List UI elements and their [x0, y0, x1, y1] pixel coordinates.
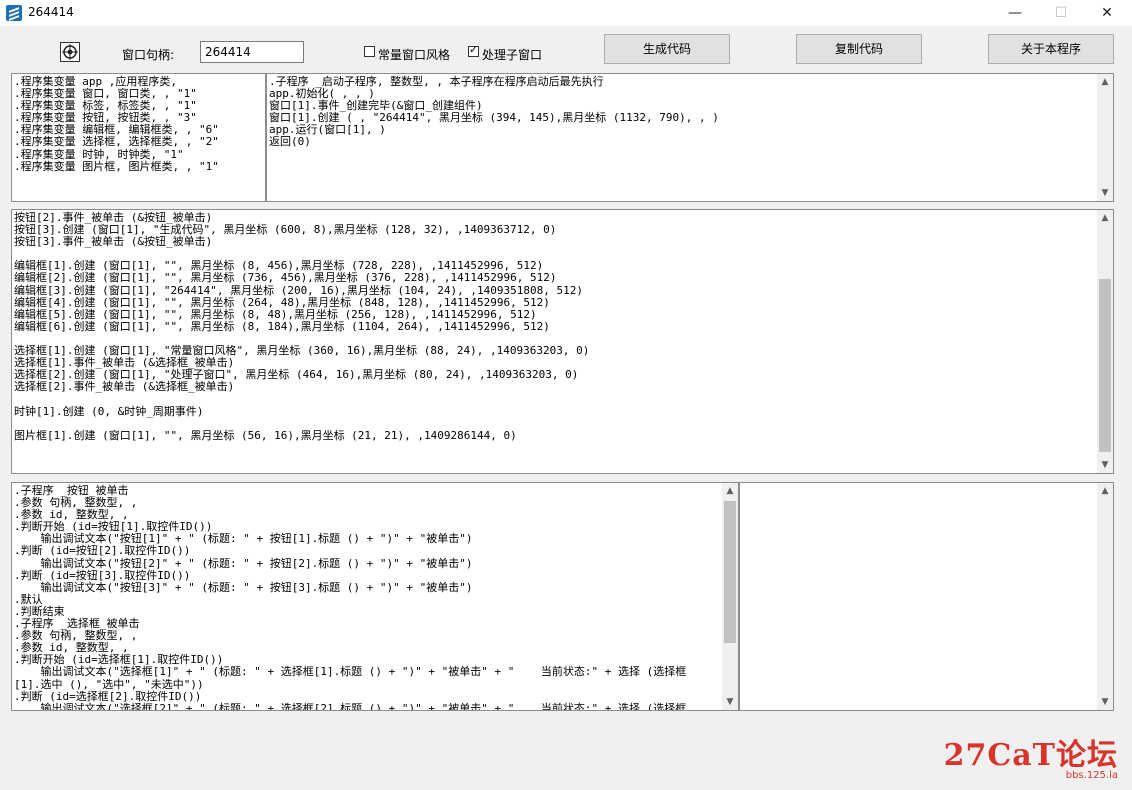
window-title: 264414	[28, 5, 74, 19]
app-icon	[6, 5, 22, 21]
components-editor[interactable]: 按钮[2].事件_被单击 (&按钮_被单击) 按钮[3].创建 (窗口[1], …	[11, 209, 1114, 474]
components-text: 按钮[2].事件_被单击 (&按钮_被单击) 按钮[3].创建 (窗口[1], …	[14, 211, 590, 442]
scroll-up-icon[interactable]: ▲	[1097, 210, 1113, 226]
variables-editor[interactable]: .程序集变量 app ,应用程序类, .程序集变量 窗口, 窗口类, , "1"…	[11, 73, 266, 202]
output-editor[interactable]: ▲ ▼	[739, 482, 1114, 711]
scroll-down-icon[interactable]: ▼	[1097, 185, 1113, 201]
main-sub-text: .子程序 _启动子程序, 整数型, , 本子程序在程序启动后最先执行 app.初…	[269, 75, 719, 149]
scroll-up-icon[interactable]: ▲	[1097, 483, 1113, 499]
watermark-logo: 27CaT论坛	[943, 738, 1118, 773]
close-button[interactable]: ✕	[1084, 0, 1130, 26]
handle-input[interactable]: 264414	[200, 41, 304, 63]
child-window-label: 处理子窗口	[482, 48, 543, 62]
events-text: .子程序 _按钮_被单击 .参数 句柄, 整数型, , .参数 id, 整数型,…	[14, 484, 687, 711]
watermark: 27CaT论坛 bbs.125.la	[944, 730, 1118, 781]
variables-text: .程序集变量 app ,应用程序类, .程序集变量 窗口, 窗口类, , "1"…	[14, 75, 219, 173]
maximize-button[interactable]: ☐	[1038, 0, 1084, 26]
scroll-down-icon[interactable]: ▼	[1097, 694, 1113, 710]
constant-style-checkbox[interactable]	[364, 46, 375, 57]
scroll-thumb[interactable]	[724, 501, 736, 643]
copy-code-button[interactable]: 复制代码	[796, 34, 922, 64]
child-window-checkbox[interactable]	[468, 43, 479, 57]
logo-icon	[60, 42, 80, 62]
components-scrollbar[interactable]: ▲ ▼	[1097, 210, 1113, 473]
scroll-down-icon[interactable]: ▼	[722, 694, 738, 710]
events-editor[interactable]: .子程序 _按钮_被单击 .参数 句柄, 整数型, , .参数 id, 整数型,…	[11, 482, 739, 711]
output-text	[740, 483, 1113, 485]
about-button[interactable]: 关于本程序	[988, 34, 1114, 64]
scroll-up-icon[interactable]: ▲	[722, 483, 738, 499]
title-bar: 264414 — ☐ ✕	[0, 0, 1132, 26]
scroll-thumb[interactable]	[1099, 279, 1111, 452]
constant-style-label: 常量窗口风格	[378, 48, 451, 62]
main-sub-editor[interactable]: .子程序 _启动子程序, 整数型, , 本子程序在程序启动后最先执行 app.初…	[266, 73, 1114, 202]
handle-label: 窗口句柄:	[122, 48, 175, 62]
output-scrollbar[interactable]: ▲ ▼	[1097, 483, 1113, 710]
main-sub-scrollbar[interactable]: ▲ ▼	[1097, 74, 1113, 201]
scroll-up-icon[interactable]: ▲	[1097, 74, 1113, 90]
events-scrollbar[interactable]: ▲ ▼	[722, 483, 738, 710]
scroll-down-icon[interactable]: ▼	[1097, 457, 1113, 473]
generate-code-button[interactable]: 生成代码	[604, 34, 730, 64]
minimize-button[interactable]: —	[992, 0, 1038, 26]
